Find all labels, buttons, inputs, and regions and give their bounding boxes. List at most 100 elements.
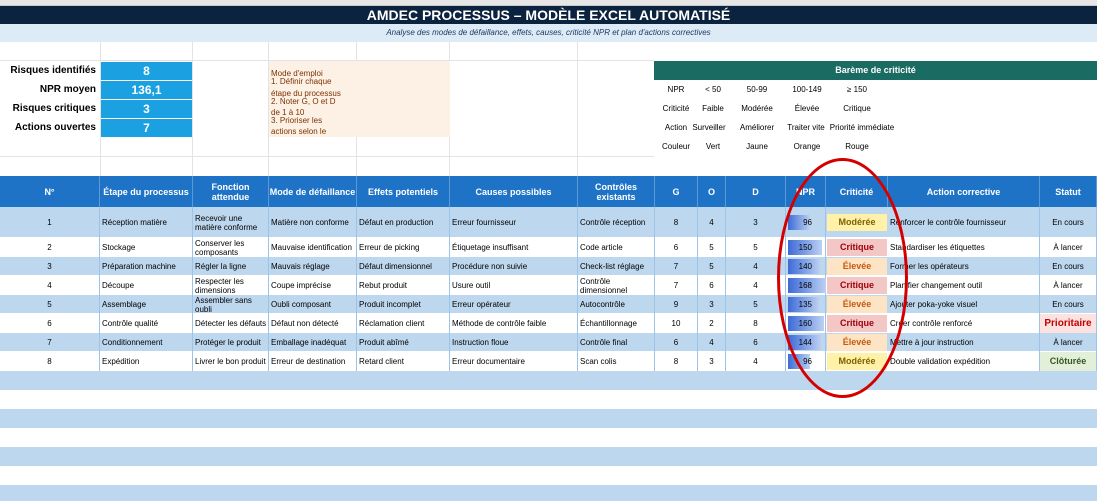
cell-o[interactable]: 5 <box>698 238 726 257</box>
kpi-value-critiques[interactable]: 3 <box>101 100 192 118</box>
cell-fonction[interactable]: Livrer le bon produit <box>193 352 269 371</box>
cell-statut[interactable]: À lancer <box>1040 276 1097 295</box>
cell-action[interactable]: Ajouter poka-yoke visuel <box>888 295 1040 314</box>
cell-cause[interactable]: Instruction floue <box>450 333 578 352</box>
empty-row[interactable] <box>0 428 1097 447</box>
cell-g[interactable]: 8 <box>655 352 698 371</box>
cell-d[interactable]: 6 <box>726 333 786 352</box>
cell-cause[interactable]: Erreur opérateur <box>450 295 578 314</box>
empty-row[interactable] <box>0 485 1097 501</box>
cell-controle[interactable]: Code article <box>578 238 655 257</box>
cell-fonction[interactable]: Détecter les défauts <box>193 314 269 333</box>
cell-effet[interactable]: Retard client <box>357 352 450 371</box>
cell-effet[interactable]: Erreur de picking <box>357 238 450 257</box>
column-header[interactable]: Causes possibles <box>450 176 578 207</box>
cell-g[interactable]: 7 <box>655 276 698 295</box>
cell-cause[interactable]: Procédure non suivie <box>450 257 578 276</box>
cell-o[interactable]: 6 <box>698 276 726 295</box>
cell-fonction[interactable]: Protéger le produit <box>193 333 269 352</box>
cell-d[interactable]: 3 <box>726 207 786 238</box>
cell-fonction[interactable]: Recevoir une matière conforme <box>193 207 269 238</box>
cell-action[interactable]: Mettre à jour instruction <box>888 333 1040 352</box>
column-header[interactable]: Fonction attendue <box>193 176 269 207</box>
kpi-value-risques[interactable]: 8 <box>101 62 192 80</box>
cell-mode[interactable]: Erreur de destination <box>269 352 357 371</box>
cell-mode[interactable]: Oubli composant <box>269 295 357 314</box>
cell-controle[interactable]: Contrôle réception <box>578 207 655 238</box>
cell-controle[interactable]: Contrôle final <box>578 333 655 352</box>
empty-row[interactable] <box>0 466 1097 485</box>
cell-cause[interactable]: Usure outil <box>450 276 578 295</box>
empty-row[interactable] <box>0 447 1097 466</box>
cell-statut[interactable]: En cours <box>1040 257 1097 276</box>
cell-statut[interactable]: À lancer <box>1040 238 1097 257</box>
cell-mode[interactable]: Mauvais réglage <box>269 257 357 276</box>
cell-mode[interactable]: Mauvaise identification <box>269 238 357 257</box>
cell-action[interactable]: Renforcer le contrôle fournisseur <box>888 207 1040 238</box>
cell-mode[interactable]: Défaut non détecté <box>269 314 357 333</box>
cell-n[interactable]: 3 <box>0 257 100 276</box>
cell-controle[interactable]: Autocontrôle <box>578 295 655 314</box>
cell-cause[interactable]: Étiquetage insuffisant <box>450 238 578 257</box>
empty-row[interactable] <box>0 371 1097 390</box>
cell-o[interactable]: 4 <box>698 207 726 238</box>
cell-o[interactable]: 3 <box>698 295 726 314</box>
cell-o[interactable]: 4 <box>698 333 726 352</box>
cell-n[interactable]: 7 <box>0 333 100 352</box>
cell-g[interactable]: 9 <box>655 295 698 314</box>
cell-statut[interactable]: Clôturée <box>1040 352 1097 371</box>
cell-effet[interactable]: Défaut dimensionnel <box>357 257 450 276</box>
cell-etape[interactable]: Réception matière <box>100 207 193 238</box>
cell-fonction[interactable]: Conserver les composants <box>193 238 269 257</box>
cell-etape[interactable]: Découpe <box>100 276 193 295</box>
cell-effet[interactable]: Défaut en production <box>357 207 450 238</box>
cell-mode[interactable]: Matière non conforme <box>269 207 357 238</box>
cell-effet[interactable]: Réclamation client <box>357 314 450 333</box>
column-header[interactable]: N° <box>0 176 100 207</box>
cell-controle[interactable]: Check-list réglage <box>578 257 655 276</box>
cell-n[interactable]: 1 <box>0 207 100 238</box>
column-header[interactable]: Étape du processus <box>100 176 193 207</box>
cell-action[interactable]: Planifier changement outil <box>888 276 1040 295</box>
cell-action[interactable]: Double validation expédition <box>888 352 1040 371</box>
cell-effet[interactable]: Rebut produit <box>357 276 450 295</box>
cell-effet[interactable]: Produit incomplet <box>357 295 450 314</box>
cell-statut[interactable]: En cours <box>1040 295 1097 314</box>
cell-statut[interactable]: Prioritaire <box>1040 314 1097 333</box>
column-header[interactable]: O <box>698 176 726 207</box>
cell-n[interactable]: 2 <box>0 238 100 257</box>
cell-effet[interactable]: Produit abîmé <box>357 333 450 352</box>
cell-n[interactable]: 5 <box>0 295 100 314</box>
empty-row[interactable] <box>0 409 1097 428</box>
cell-g[interactable]: 6 <box>655 238 698 257</box>
cell-action[interactable]: Standardiser les étiquettes <box>888 238 1040 257</box>
cell-controle[interactable]: Contrôle dimensionnel <box>578 276 655 295</box>
cell-fonction[interactable]: Régler la ligne <box>193 257 269 276</box>
column-header[interactable]: Effets potentiels <box>357 176 450 207</box>
cell-etape[interactable]: Préparation machine <box>100 257 193 276</box>
cell-etape[interactable]: Stockage <box>100 238 193 257</box>
cell-controle[interactable]: Échantillonnage <box>578 314 655 333</box>
cell-cause[interactable]: Méthode de contrôle faible <box>450 314 578 333</box>
cell-statut[interactable]: En cours <box>1040 207 1097 238</box>
cell-cause[interactable]: Erreur documentaire <box>450 352 578 371</box>
cell-d[interactable]: 5 <box>726 238 786 257</box>
empty-row[interactable] <box>0 390 1097 409</box>
cell-action[interactable]: Créer contrôle renforcé <box>888 314 1040 333</box>
column-header[interactable]: Mode de défaillance <box>269 176 357 207</box>
cell-o[interactable]: 2 <box>698 314 726 333</box>
cell-etape[interactable]: Contrôle qualité <box>100 314 193 333</box>
cell-mode[interactable]: Emballage inadéquat <box>269 333 357 352</box>
cell-etape[interactable]: Assemblage <box>100 295 193 314</box>
cell-o[interactable]: 5 <box>698 257 726 276</box>
cell-n[interactable]: 4 <box>0 276 100 295</box>
cell-cause[interactable]: Erreur fournisseur <box>450 207 578 238</box>
cell-g[interactable]: 6 <box>655 333 698 352</box>
column-header[interactable]: D <box>726 176 786 207</box>
cell-action[interactable]: Former les opérateurs <box>888 257 1040 276</box>
cell-o[interactable]: 3 <box>698 352 726 371</box>
cell-d[interactable]: 4 <box>726 352 786 371</box>
cell-g[interactable]: 7 <box>655 257 698 276</box>
cell-g[interactable]: 10 <box>655 314 698 333</box>
cell-n[interactable]: 8 <box>0 352 100 371</box>
